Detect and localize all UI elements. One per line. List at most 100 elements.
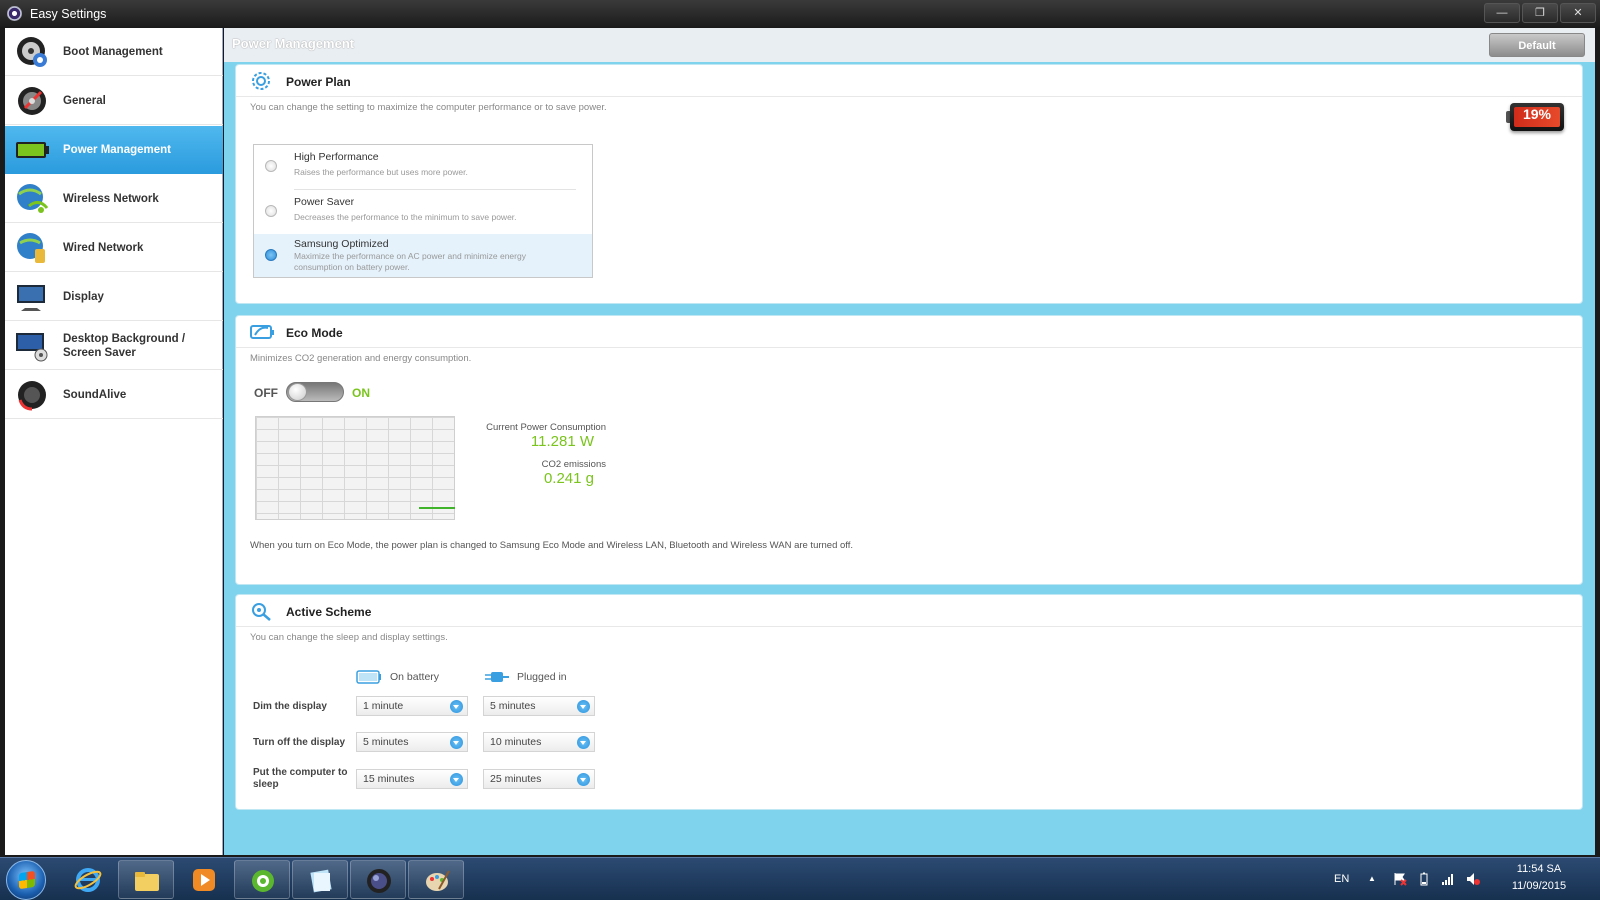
chevron-down-icon[interactable]: [577, 773, 590, 786]
plugged-in-label: Plugged in: [517, 671, 567, 683]
close-button[interactable]: ✕: [1560, 3, 1596, 23]
battery-tray-icon[interactable]: [1417, 872, 1431, 886]
plan-description: Decreases the performance to the minimum…: [294, 212, 517, 222]
sidebar-item-power-management[interactable]: Power Management: [5, 126, 223, 174]
battery-outline-icon: [356, 670, 381, 684]
internet-explorer-icon: [74, 868, 102, 892]
eco-mode-note: When you turn on Eco Mode, the power pla…: [250, 540, 854, 551]
clock-date[interactable]: 11/09/2015: [1500, 880, 1578, 892]
default-button[interactable]: Default: [1489, 33, 1585, 57]
sleep-plugged-select[interactable]: 25 minutes: [483, 769, 595, 789]
power-plan-panel: Power Plan You can change the setting to…: [235, 64, 1583, 304]
easy-settings-app-icon: [7, 6, 22, 21]
eco-on-label: ON: [352, 386, 370, 400]
network-signal-icon[interactable]: [1441, 872, 1455, 886]
plan-option-high-performance[interactable]: High Performance Raises the performance …: [254, 145, 592, 190]
eco-mode-title: Eco Mode: [286, 326, 343, 340]
plan-name: Samsung Optimized: [294, 238, 389, 250]
chevron-down-icon[interactable]: [577, 700, 590, 713]
chevron-down-icon[interactable]: [450, 700, 463, 713]
taskbar: EN ▲ 11:54 SA 11/09/2015: [0, 857, 1600, 900]
select-value: 1 minute: [363, 700, 404, 712]
chevron-down-icon[interactable]: [450, 773, 463, 786]
power-plan-options: High Performance Raises the performance …: [253, 144, 593, 278]
select-value: 10 minutes: [490, 736, 542, 748]
plan-name: High Performance: [294, 151, 379, 163]
on-battery-label: On battery: [390, 671, 440, 683]
action-center-flag-icon[interactable]: [1393, 872, 1407, 886]
plan-option-power-saver[interactable]: Power Saver Decreases the performance to…: [254, 190, 592, 235]
maximize-button[interactable]: ❐: [1522, 3, 1558, 23]
taskbar-paint[interactable]: [408, 860, 464, 899]
taskbar-app-documents[interactable]: [292, 860, 348, 899]
current-power-value: 11.281 W: [530, 433, 594, 450]
plugged-in-header: Plugged in: [483, 670, 567, 684]
chevron-down-icon[interactable]: [577, 736, 590, 749]
paint-icon: [426, 870, 450, 891]
toggle-knob[interactable]: [288, 383, 307, 401]
sidebar: Boot Management General Power Management…: [5, 28, 223, 855]
folder-icon: [135, 872, 159, 891]
eco-off-label: OFF: [254, 386, 278, 400]
sidebar-item-label: Wireless Network: [63, 192, 159, 205]
battery-percent: 19%: [1522, 106, 1552, 122]
sidebar-item-boot-management[interactable]: Boot Management: [5, 28, 223, 76]
media-player-icon: [193, 869, 215, 891]
turn-off-display-plugged-select[interactable]: 10 minutes: [483, 732, 595, 752]
sidebar-item-label: Desktop Background / Screen Saver: [63, 332, 186, 359]
battery-icon: [16, 142, 49, 158]
clock-time[interactable]: 11:54 SA: [1505, 863, 1573, 875]
volume-muted-icon[interactable]: [1466, 872, 1480, 886]
sidebar-item-wireless-network[interactable]: Wireless Network: [5, 175, 223, 223]
sidebar-item-soundalive[interactable]: SoundAlive: [5, 371, 223, 419]
taskbar-app-green[interactable]: [234, 860, 290, 899]
sidebar-item-general[interactable]: General: [5, 77, 223, 125]
sleep-battery-select[interactable]: 15 minutes: [356, 769, 468, 789]
dim-display-label: Dim the display: [253, 701, 327, 712]
plan-description: Raises the performance but uses more pow…: [294, 167, 468, 177]
battery-indicator: 19%: [1506, 101, 1566, 135]
document-icon: [310, 869, 332, 893]
dim-display-plugged-select[interactable]: 5 minutes: [483, 696, 595, 716]
current-power-label: Current Power Consumption: [486, 422, 606, 433]
taskbar-media-player[interactable]: [176, 860, 232, 899]
radio-high-performance[interactable]: [265, 160, 277, 172]
power-plan-title: Power Plan: [286, 75, 351, 89]
sound-icon: [18, 380, 46, 410]
window-controls: — ❐ ✕: [1484, 3, 1596, 23]
title-bar: Easy Settings — ❐ ✕: [0, 0, 1600, 27]
sidebar-item-desktop-background[interactable]: Desktop Background / Screen Saver: [5, 322, 223, 370]
language-indicator[interactable]: EN: [1334, 873, 1349, 885]
taskbar-file-explorer[interactable]: [118, 860, 174, 899]
sidebar-item-wired-network[interactable]: Wired Network: [5, 224, 223, 272]
chevron-down-icon[interactable]: [450, 736, 463, 749]
main-content: Power Management Default Power Plan You …: [224, 28, 1595, 855]
radio-power-saver[interactable]: [265, 205, 277, 217]
sleep-label: Put the computer to sleep: [253, 767, 348, 790]
plan-option-samsung-optimized[interactable]: Samsung Optimized Maximize the performan…: [254, 234, 592, 277]
plug-icon: [485, 672, 509, 682]
power-plan-description: You can change the setting to maximize t…: [250, 102, 607, 113]
display-icon: [17, 284, 45, 311]
dim-display-battery-select[interactable]: 1 minute: [356, 696, 468, 716]
eco-mode-toggle[interactable]: [286, 382, 344, 402]
minimize-button[interactable]: —: [1484, 3, 1520, 23]
wireless-icon: [17, 183, 49, 213]
plan-name: Power Saver: [294, 196, 355, 208]
start-button[interactable]: [6, 860, 46, 900]
show-hidden-icons-button[interactable]: ▲: [1368, 874, 1376, 883]
window-title: Easy Settings: [30, 6, 107, 21]
select-value: 5 minutes: [490, 700, 536, 712]
select-value: 5 minutes: [363, 736, 409, 748]
turn-off-display-battery-select[interactable]: 5 minutes: [356, 732, 468, 752]
sidebar-item-display[interactable]: Display: [5, 273, 223, 321]
page-title: Power Management: [232, 36, 355, 51]
magnifier-gear-icon: [252, 603, 271, 621]
taskbar-easy-settings[interactable]: [350, 860, 406, 899]
radio-samsung-optimized[interactable]: [265, 249, 277, 261]
taskbar-internet-explorer[interactable]: [60, 860, 116, 899]
eco-mode-header: Eco Mode: [236, 316, 1582, 348]
plan-description: Maximize the performance on AC power and…: [294, 251, 526, 272]
eco-mode-description: Minimizes CO2 generation and energy cons…: [250, 353, 472, 364]
main-header: Power Management Default: [224, 28, 1595, 62]
